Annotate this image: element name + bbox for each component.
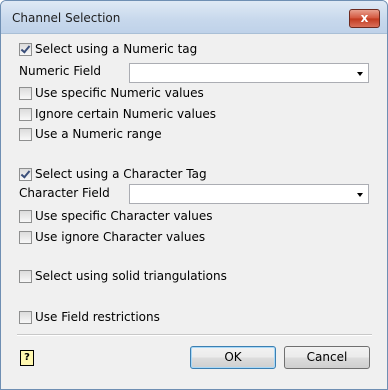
dialog-window: Channel Selection x Select using a Numer… xyxy=(0,0,388,390)
checkbox-box[interactable] xyxy=(19,230,32,244)
numeric-field-dropdown[interactable] xyxy=(129,63,369,83)
solid-triangulations-label: Select using solid triangulations xyxy=(35,269,227,283)
character-specific-label: Use specific Character values xyxy=(35,209,213,223)
numeric-specific-label: Use specific Numeric values xyxy=(35,86,204,100)
checkbox-box[interactable] xyxy=(19,310,32,324)
character-tag-checkbox[interactable]: Select using a Character Tag xyxy=(19,166,207,182)
checkbox-box[interactable] xyxy=(19,167,32,181)
checkbox-box[interactable] xyxy=(19,209,32,223)
character-field-dropdown[interactable] xyxy=(129,184,369,204)
chevron-down-icon[interactable] xyxy=(357,193,363,197)
field-restrictions-checkbox[interactable]: Use Field restrictions xyxy=(19,309,160,325)
close-icon: x xyxy=(360,11,369,25)
dialog-title: Channel Selection xyxy=(12,11,121,25)
cancel-button[interactable]: Cancel xyxy=(284,346,370,369)
field-restrictions-label: Use Field restrictions xyxy=(35,310,160,324)
numeric-field-label: Numeric Field xyxy=(19,64,102,78)
dialog-body: Select using a Numeric tag Numeric Field… xyxy=(8,34,379,381)
help-icon[interactable]: ? xyxy=(20,350,34,366)
close-button[interactable]: x xyxy=(349,9,380,28)
numeric-range-label: Use a Numeric range xyxy=(35,127,162,141)
title-bar[interactable]: Channel Selection x xyxy=(1,1,387,34)
character-ignore-checkbox[interactable]: Use ignore Character values xyxy=(19,229,205,245)
numeric-ignore-label: Ignore certain Numeric values xyxy=(35,107,217,121)
checkbox-box[interactable] xyxy=(19,107,32,121)
character-tag-label: Select using a Character Tag xyxy=(35,167,207,181)
checkbox-box[interactable] xyxy=(19,269,32,283)
character-specific-checkbox[interactable]: Use specific Character values xyxy=(19,208,212,224)
checkbox-box[interactable] xyxy=(19,86,32,100)
numeric-specific-checkbox[interactable]: Use specific Numeric values xyxy=(19,85,204,101)
footer-divider xyxy=(17,334,372,336)
numeric-tag-label: Select using a Numeric tag xyxy=(35,42,198,56)
chevron-down-icon[interactable] xyxy=(357,72,363,76)
checkbox-box[interactable] xyxy=(19,127,32,141)
ok-button[interactable]: OK xyxy=(190,346,276,369)
numeric-range-checkbox[interactable]: Use a Numeric range xyxy=(19,126,162,142)
character-field-label: Character Field xyxy=(19,186,110,200)
solid-triangulations-checkbox[interactable]: Select using solid triangulations xyxy=(19,268,227,284)
numeric-tag-checkbox[interactable]: Select using a Numeric tag xyxy=(19,41,197,57)
checkbox-box[interactable] xyxy=(19,42,32,56)
numeric-ignore-checkbox[interactable]: Ignore certain Numeric values xyxy=(19,106,216,122)
character-ignore-label: Use ignore Character values xyxy=(35,230,206,244)
